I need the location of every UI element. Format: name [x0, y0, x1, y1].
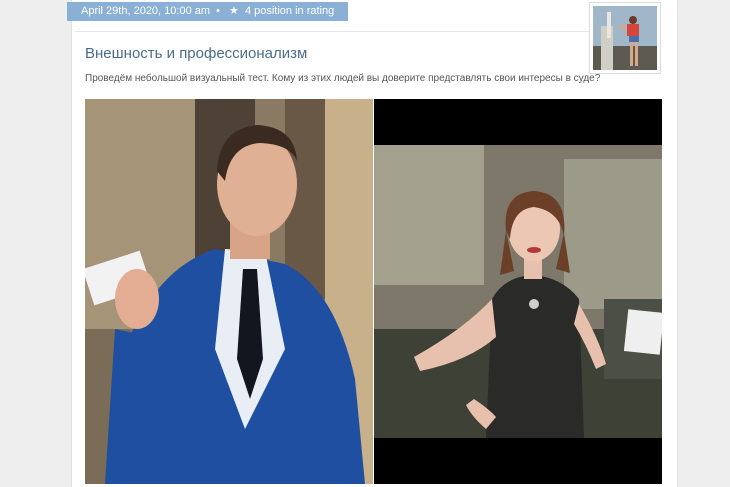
- rating-position: 4 position in rating: [244, 5, 335, 17]
- post-date-badge: April 29th, 2020, 10:00 am • ★ 4 positio…: [67, 2, 349, 21]
- post-date: April 29th, 2020, 10:00 am: [81, 5, 211, 17]
- photo-woman-in-black-dress: [374, 99, 662, 484]
- post-title[interactable]: Внешность и профессионализм: [85, 45, 307, 62]
- photo-man-in-blue-suit: [85, 99, 373, 484]
- author-avatar[interactable]: [589, 2, 661, 74]
- meta-separator: •: [216, 5, 220, 17]
- star-icon: ★: [229, 5, 239, 17]
- header-divider: [75, 31, 591, 32]
- post-intro-text: Проведём небольшой визуальный тест. Кому…: [85, 73, 601, 84]
- avatar-image: [593, 6, 657, 70]
